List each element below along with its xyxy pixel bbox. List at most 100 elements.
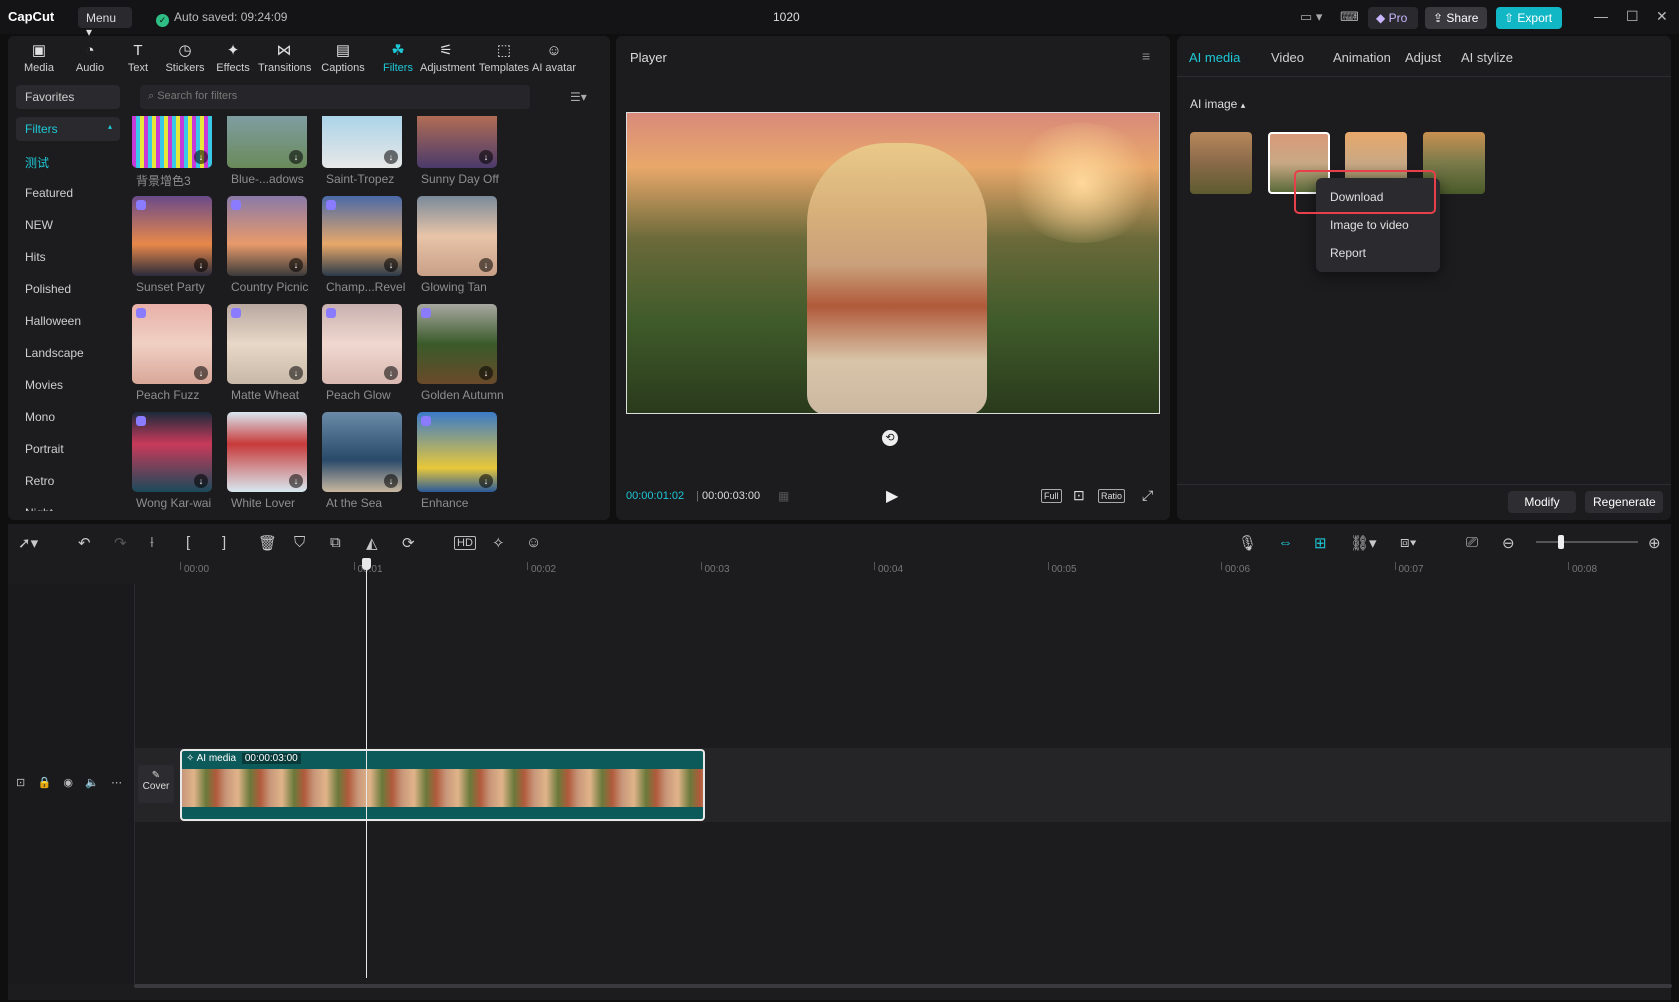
download-icon[interactable]: ↓ <box>384 150 398 164</box>
undo-icon[interactable]: ↶ <box>78 534 91 552</box>
filter-thumbnail[interactable]: ↓ <box>417 196 497 276</box>
download-icon[interactable]: ↓ <box>194 366 208 380</box>
filter-thumbnail[interactable]: ↓ <box>132 116 212 168</box>
timeline-hscrollbar[interactable] <box>134 984 1672 988</box>
inspector-tab-ai-media[interactable]: AI media <box>1189 50 1240 65</box>
play-icon[interactable]: ▶ <box>886 486 898 506</box>
filter-thumbnail[interactable]: ↓ <box>417 304 497 384</box>
player-menu-icon[interactable]: ≡ <box>1142 48 1150 64</box>
magic-wand-icon[interactable]: ✧ <box>492 534 505 552</box>
timecode-grid-icon[interactable]: ▦ <box>778 489 789 503</box>
fit-icon[interactable]: ⎚ <box>1466 534 1478 551</box>
more-icon[interactable]: ⋯ <box>111 777 122 789</box>
tab-stickers[interactable]: ◷ Stickers <box>159 42 211 74</box>
tab-templates[interactable]: ⬚ Templates <box>478 42 530 74</box>
download-icon[interactable]: ↓ <box>194 474 208 488</box>
preview-axis-icon[interactable]: ⧈▾ <box>1400 534 1417 551</box>
tab-captions[interactable]: ▤ Captions <box>317 42 369 74</box>
filter-thumbnail[interactable]: ↓ <box>227 412 307 492</box>
filter-thumbnail[interactable]: ↓ <box>132 196 212 276</box>
zoom-slider[interactable] <box>1536 535 1638 549</box>
delete-icon[interactable]: 🗑 <box>258 534 277 552</box>
share-button[interactable]: ⇪ Share <box>1425 7 1487 29</box>
full-button[interactable]: Full <box>1041 489 1062 503</box>
tab-text[interactable]: T Text <box>112 42 164 74</box>
tab-transitions[interactable]: ⋈ Transitions <box>258 42 311 74</box>
playhead[interactable] <box>366 558 367 978</box>
microphone-icon[interactable]: 🎙 <box>1238 534 1257 552</box>
zoom-slider-handle[interactable] <box>1558 535 1564 549</box>
minimize-icon[interactable]: — <box>1594 8 1608 24</box>
volume-icon[interactable]: 🔈 <box>85 777 99 789</box>
download-icon[interactable]: ↓ <box>479 258 493 272</box>
ai-image-thumb[interactable] <box>1190 132 1252 194</box>
search-input[interactable]: ⌕ Search for filters <box>140 85 530 109</box>
tab-media[interactable]: ▣ Media <box>13 42 65 74</box>
person-icon[interactable]: ☺ <box>526 534 541 551</box>
fullscreen-icon[interactable]: ⤢ <box>1142 487 1153 504</box>
filter-sort-icon[interactable]: ☰▾ <box>570 90 587 104</box>
download-icon[interactable]: ↓ <box>479 150 493 164</box>
filter-thumbnail[interactable]: ↓ <box>417 116 497 168</box>
rotate-tool-icon[interactable]: ⟳ <box>402 534 415 552</box>
mirror-icon[interactable]: ◭ <box>366 534 378 552</box>
preview-canvas[interactable] <box>626 112 1160 414</box>
ratio-button[interactable]: Ratio <box>1098 489 1126 503</box>
download-icon[interactable]: ↓ <box>194 150 208 164</box>
download-icon[interactable]: ↓ <box>479 366 493 380</box>
rotate-icon[interactable]: ⟲ <box>882 430 898 446</box>
context-item-image-to-video[interactable]: Image to video <box>1330 218 1409 232</box>
shortcuts-icon[interactable]: ⌨ <box>1340 9 1359 25</box>
inspector-tab-video[interactable]: Video <box>1271 50 1304 65</box>
category-item[interactable]: Favorites <box>16 85 120 109</box>
tab-audio[interactable]: ◔ Audio <box>64 42 116 74</box>
modify-button[interactable]: Modify <box>1508 491 1576 513</box>
inspector-tab-ai-stylize[interactable]: AI stylize <box>1461 50 1513 65</box>
maximize-icon[interactable]: ☐ <box>1626 8 1639 25</box>
screenshot-icon[interactable]: ⊡ <box>1073 487 1085 504</box>
tab-adjustment[interactable]: ⚟ Adjustment <box>420 42 475 74</box>
tab-effects[interactable]: ✦ Effects <box>207 42 259 74</box>
regenerate-button[interactable]: Regenerate <box>1585 491 1663 513</box>
download-icon[interactable]: ↓ <box>194 258 208 272</box>
download-icon[interactable]: ↓ <box>384 474 398 488</box>
ai-image-section[interactable]: AI image ▴ <box>1190 97 1245 111</box>
cover-button[interactable]: ✎ Cover <box>138 765 174 803</box>
download-icon[interactable]: ↓ <box>289 258 303 272</box>
filter-thumbnail[interactable]: ↓ <box>322 412 402 492</box>
zoom-out-icon[interactable]: ⊖ <box>1502 534 1515 552</box>
filter-thumbnail[interactable]: ↓ <box>417 412 497 492</box>
inspector-tab-adjust[interactable]: Adjust <box>1405 50 1441 65</box>
tab-ai-avatar[interactable]: ☺ AI avatar <box>528 42 580 74</box>
zoom-in-icon[interactable]: ⊕ <box>1648 534 1661 552</box>
menu-button[interactable]: Menu ▾ <box>78 7 132 39</box>
filter-thumbnail[interactable]: ↓ <box>227 196 307 276</box>
redo-icon[interactable]: ↷ <box>114 534 127 552</box>
mask-icon[interactable]: ⛉ <box>294 534 305 551</box>
filter-thumbnail[interactable]: ↓ <box>322 116 402 168</box>
filter-thumbnail[interactable]: ↓ <box>322 196 402 276</box>
download-icon[interactable]: ↓ <box>384 258 398 272</box>
playhead-handle[interactable] <box>362 558 371 570</box>
inspector-tab-animation[interactable]: Animation <box>1333 50 1391 65</box>
split-right-icon[interactable]: ] <box>222 534 226 551</box>
context-item-report[interactable]: Report <box>1330 246 1366 260</box>
link-main-icon[interactable]: ⇔ <box>1278 534 1293 551</box>
filter-thumbnail[interactable]: ↓ <box>322 304 402 384</box>
export-button[interactable]: ⇧ Export <box>1496 7 1562 29</box>
filter-thumbnail[interactable]: ↓ <box>132 304 212 384</box>
link-icon[interactable]: ⛓▾ <box>1350 534 1377 552</box>
ai-media-clip[interactable]: ✧ AI media 00:00:03:00 <box>180 749 705 821</box>
close-icon[interactable]: ✕ <box>1656 8 1668 25</box>
pro-button[interactable]: ◆ Pro <box>1368 7 1418 29</box>
select-tool-icon[interactable]: ➚▾ <box>18 534 38 552</box>
split-left-icon[interactable]: [ <box>186 534 190 551</box>
filter-thumbnail[interactable]: ↓ <box>132 412 212 492</box>
lock-icon[interactable]: 🔒 <box>37 777 51 789</box>
filter-thumbnail[interactable]: ↓ <box>227 304 307 384</box>
filter-thumbnail[interactable]: ↓ <box>227 116 307 168</box>
tab-filters[interactable]: ☘ Filters <box>372 42 424 74</box>
crop-icon[interactable]: ⧉ <box>330 534 341 551</box>
download-icon[interactable]: ↓ <box>384 366 398 380</box>
eye-icon[interactable]: ◉ <box>63 777 73 789</box>
